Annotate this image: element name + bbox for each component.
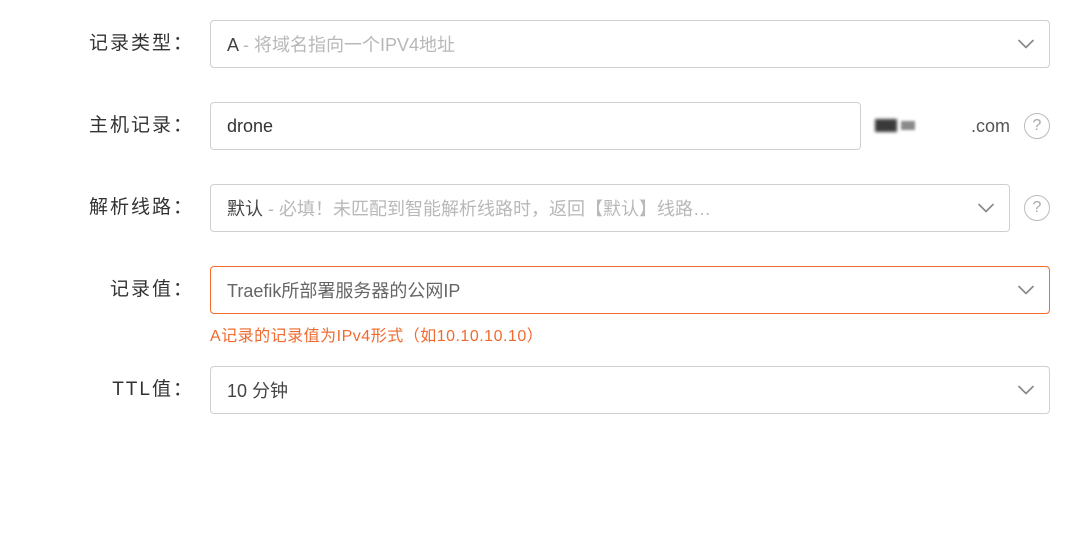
value-row: 记录值： Traefik所部署服务器的公网IP A记录的记录值为IPv4形式（如… — [30, 266, 1050, 356]
value-control: Traefik所部署服务器的公网IP — [210, 266, 1050, 314]
value-label: 记录值： — [30, 266, 210, 314]
chevron-down-icon — [977, 199, 995, 217]
help-icon[interactable]: ? — [1024, 113, 1050, 139]
line-label: 解析线路： — [30, 184, 210, 232]
host-row: 主机记录： .com ? — [30, 102, 1050, 150]
record-type-control: A - 将域名指向一个IPV4地址 — [210, 20, 1050, 68]
ttl-select[interactable]: 10 分钟 — [210, 366, 1050, 414]
line-value: 默认 — [227, 199, 263, 219]
record-value-input[interactable]: Traefik所部署服务器的公网IP — [210, 266, 1050, 314]
ttl-value: 10 分钟 — [227, 377, 288, 403]
record-value-text: Traefik所部署服务器的公网IP — [227, 277, 460, 303]
host-label: 主机记录： — [30, 102, 210, 150]
record-type-select[interactable]: A - 将域名指向一个IPV4地址 — [210, 20, 1050, 68]
host-control: .com ? — [210, 102, 1050, 150]
host-domain-suffix: .com — [875, 116, 1010, 137]
redacted-domain — [875, 117, 923, 135]
record-type-value: A — [227, 35, 238, 55]
ttl-label: TTL值： — [30, 366, 210, 414]
domain-tld: .com — [971, 116, 1010, 137]
ttl-row: TTL值： 10 分钟 — [30, 366, 1050, 414]
record-type-hint: - 将域名指向一个IPV4地址 — [238, 35, 455, 55]
record-value-error: A记录的记录值为IPv4形式（如10.10.10.10） — [210, 322, 1050, 346]
line-select[interactable]: 默认 - 必填！未匹配到智能解析线路时，返回【默认】线路… — [210, 184, 1010, 232]
line-row: 解析线路： 默认 - 必填！未匹配到智能解析线路时，返回【默认】线路… ? — [30, 184, 1050, 232]
chevron-down-icon — [1017, 381, 1035, 399]
line-hint: - 必填！未匹配到智能解析线路时，返回【默认】线路… — [263, 199, 711, 219]
chevron-down-icon — [1017, 281, 1035, 299]
line-control: 默认 - 必填！未匹配到智能解析线路时，返回【默认】线路… ? — [210, 184, 1050, 232]
help-icon[interactable]: ? — [1024, 195, 1050, 221]
record-type-row: 记录类型： A - 将域名指向一个IPV4地址 — [30, 20, 1050, 68]
ttl-control: 10 分钟 — [210, 366, 1050, 414]
host-input[interactable] — [210, 102, 861, 150]
chevron-down-icon — [1017, 35, 1035, 53]
record-type-label: 记录类型： — [30, 20, 210, 68]
